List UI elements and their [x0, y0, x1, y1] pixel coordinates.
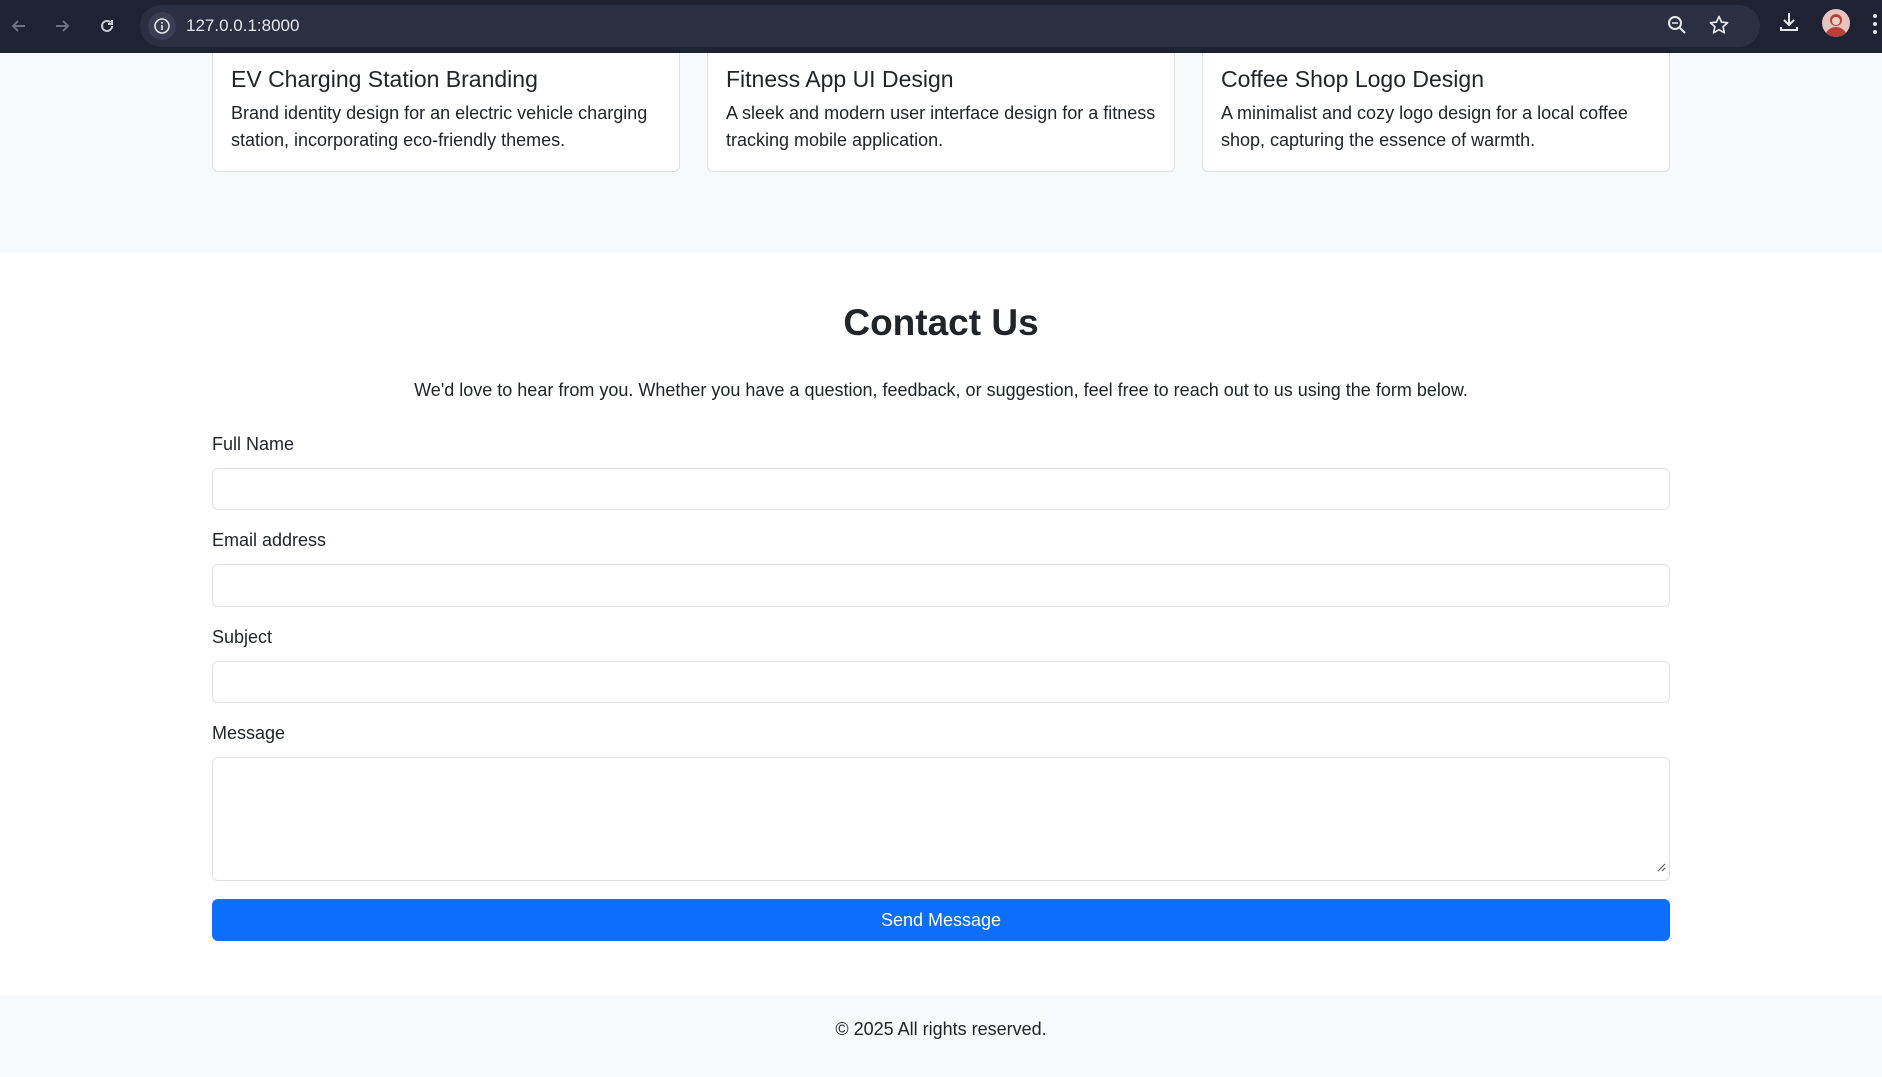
url-text[interactable]: 127.0.0.1:8000	[186, 16, 299, 36]
subject-input[interactable]	[212, 661, 1670, 703]
message-label: Message	[212, 723, 286, 743]
card-title: Coffee Shop Logo Design	[1221, 66, 1484, 92]
info-icon[interactable]	[148, 12, 176, 40]
contact-title: Contact Us	[843, 302, 1039, 343]
portfolio-card: EV Charging Station Branding Brand ident…	[212, 53, 680, 172]
forward-arrow-icon[interactable]	[48, 12, 76, 40]
contact-lead: We'd love to hear from you. Whether you …	[414, 380, 1468, 400]
card-title: EV Charging Station Branding	[231, 66, 538, 92]
email-label: Email address	[212, 530, 327, 550]
reload-icon[interactable]	[93, 12, 121, 40]
card-title: Fitness App UI Design	[726, 66, 954, 92]
full-name-input[interactable]	[212, 468, 1670, 510]
browser-toolbar: 127.0.0.1:8000	[0, 0, 1882, 53]
portfolio-card: Fitness App UI Design A sleek and modern…	[707, 53, 1175, 172]
card-description: A sleek and modern user interface design…	[726, 103, 1156, 150]
copyright-text: © 2025 All rights reserved.	[835, 1019, 1047, 1039]
card-description: Brand identity design for an electric ve…	[231, 103, 648, 150]
email-input[interactable]	[212, 564, 1670, 607]
footer: © 2025 All rights reserved.	[0, 995, 1882, 1077]
message-textarea[interactable]	[212, 757, 1670, 881]
star-icon[interactable]	[1708, 14, 1730, 41]
address-bar[interactable]: 127.0.0.1:8000	[140, 5, 1760, 47]
send-message-button[interactable]: Send Message	[212, 899, 1670, 941]
back-arrow-icon[interactable]	[5, 12, 33, 40]
portfolio-card: Coffee Shop Logo Design A minimalist and…	[1202, 53, 1670, 172]
subject-label: Subject	[212, 627, 273, 647]
download-icon[interactable]	[1777, 10, 1801, 39]
zoom-icon[interactable]	[1666, 14, 1688, 41]
resize-handle-icon[interactable]	[1656, 859, 1666, 877]
kebab-menu-icon[interactable]	[1872, 13, 1878, 40]
portfolio-section: EV Charging Station Branding Brand ident…	[0, 53, 1882, 253]
full-name-label: Full Name	[212, 434, 295, 454]
card-description: A minimalist and cozy logo design for a …	[1221, 103, 1628, 150]
avatar[interactable]	[1822, 9, 1850, 37]
